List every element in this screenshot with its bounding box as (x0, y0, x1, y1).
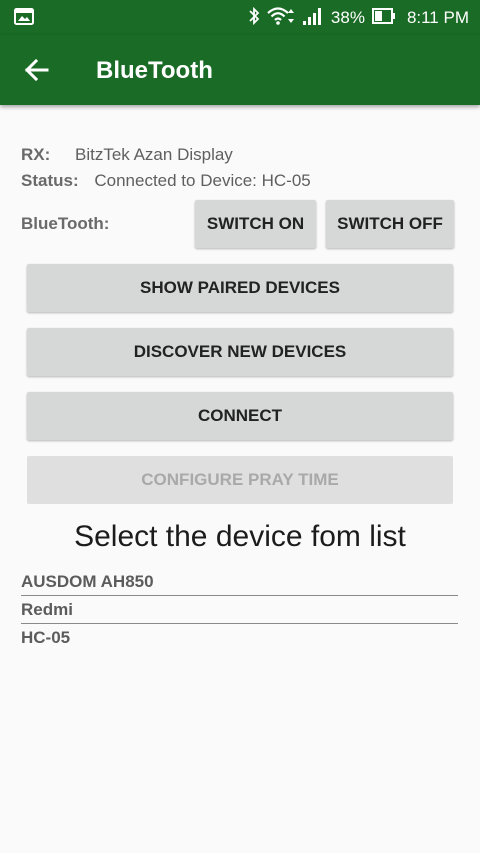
rx-value: BitzTek Azan Display (75, 145, 233, 164)
wifi-icon (267, 6, 295, 31)
signal-icon (302, 6, 324, 31)
switch-off-button[interactable]: SWITCH OFF (326, 200, 454, 248)
clock: 8:11 PM (406, 8, 469, 27)
configure-pray-time-button: CONFIGURE PRAY TIME (27, 456, 453, 504)
rx-row: RX: BitzTek Azan Display (21, 145, 233, 165)
battery-icon (371, 7, 396, 29)
gallery-notification-icon (14, 8, 34, 30)
show-paired-devices-button[interactable]: SHOW PAIRED DEVICES (27, 264, 453, 312)
status-bar: 38% 8:11 PM (0, 0, 480, 35)
list-item[interactable]: HC-05 (21, 624, 458, 652)
discover-new-devices-button[interactable]: DISCOVER NEW DEVICES (27, 328, 453, 376)
switch-on-button[interactable]: SWITCH ON (195, 200, 316, 248)
rx-label: RX: (21, 145, 51, 164)
status-label: Status: (21, 171, 79, 190)
list-item[interactable]: AUSDOM AH850 (21, 568, 458, 596)
status-value: Connected to Device: HC-05 (94, 171, 311, 190)
device-list-heading: Select the device fom list (74, 520, 406, 553)
app-bar: BlueTooth (0, 35, 480, 105)
device-name: HC-05 (21, 628, 71, 647)
page-title: BlueTooth (96, 57, 213, 84)
connect-button[interactable]: CONNECT (27, 392, 453, 440)
bluetooth-label-row: BlueTooth: (21, 214, 109, 234)
status-row: Status: Connected to Device: HC-05 (21, 171, 311, 191)
bluetooth-icon (248, 6, 260, 31)
back-arrow-icon[interactable] (22, 55, 52, 85)
bluetooth-label: BlueTooth: (21, 214, 110, 233)
battery-percent: 38% (330, 8, 365, 27)
device-name: Redmi (21, 600, 73, 619)
list-item[interactable]: Redmi (21, 596, 458, 624)
device-name: AUSDOM AH850 (21, 572, 154, 591)
